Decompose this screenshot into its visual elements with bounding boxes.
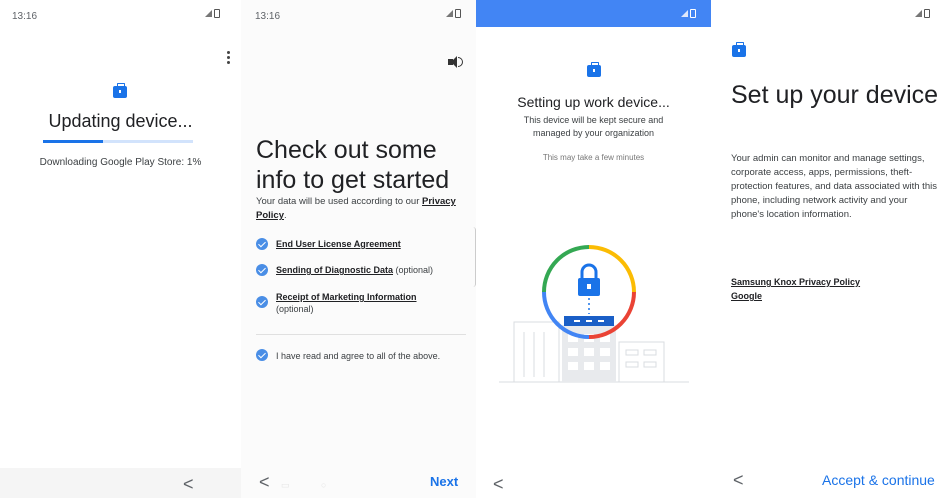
- battery-icon: [455, 9, 461, 18]
- status-icons: [205, 9, 220, 18]
- screen-setting-up: Setting up work device... This device wi…: [476, 0, 711, 498]
- lock-icon: [578, 263, 600, 314]
- battery-icon: [924, 9, 930, 18]
- policy-links: Samsung Knox Privacy Policy Google: [731, 275, 860, 303]
- progress-bar: [43, 140, 193, 143]
- screen-terms: 13:16 Check out some info to get started…: [241, 0, 476, 498]
- battery-icon: [214, 9, 220, 18]
- status-time: 13:16: [12, 11, 38, 22]
- intro-text: Your data will be used according to our …: [256, 195, 468, 223]
- page-title: Updating device...: [48, 111, 193, 131]
- back-button[interactable]: <: [259, 472, 270, 493]
- signal-icon: [915, 10, 922, 17]
- page-title: Check out some info to get started: [256, 136, 450, 194]
- download-status: Downloading Google Play Store: 1%: [39, 157, 202, 168]
- check-circle-icon[interactable]: [256, 349, 268, 361]
- terms-item-eula: End User License Agreement: [276, 238, 466, 250]
- screen-setup-device: Set up your device Your admin can monito…: [711, 0, 945, 498]
- dot-icon: [226, 51, 230, 54]
- back-button[interactable]: <: [733, 470, 744, 491]
- terms-item-marketing: Receipt of Marketing Information (option…: [276, 291, 446, 315]
- status-icons: [446, 9, 461, 18]
- divider: [256, 334, 466, 335]
- terms-item-diagnostic: Sending of Diagnostic Data (optional): [276, 264, 466, 276]
- signal-icon: [446, 10, 453, 17]
- accept-continue-button[interactable]: Accept & continue: [822, 472, 935, 488]
- briefcase-icon: [732, 42, 746, 57]
- google-privacy-link[interactable]: Google: [731, 289, 860, 303]
- check-circle-icon[interactable]: [256, 264, 268, 276]
- status-time: 13:16: [255, 11, 281, 22]
- wait-note: This may take a few minutes: [542, 153, 645, 162]
- status-icons: [681, 9, 696, 18]
- page-title: Set up your device: [731, 81, 939, 109]
- status-icons: [915, 9, 930, 18]
- diagnostic-data-link[interactable]: Sending of Diagnostic Data: [276, 265, 393, 275]
- eula-link[interactable]: End User License Agreement: [276, 239, 401, 249]
- item-suffix: (optional): [393, 265, 434, 275]
- dot-icon: [226, 56, 230, 59]
- item-suffix: (optional): [276, 304, 314, 314]
- nav-bar: [0, 468, 241, 498]
- back-button[interactable]: <: [493, 474, 504, 495]
- check-circle-icon[interactable]: [256, 296, 268, 308]
- more-options-button[interactable]: [226, 51, 230, 64]
- speaker-icon[interactable]: [448, 55, 464, 69]
- briefcase-icon: [587, 62, 601, 77]
- briefcase-icon: [113, 83, 127, 98]
- samsung-knox-privacy-link[interactable]: Samsung Knox Privacy Policy: [731, 275, 860, 289]
- subtitle: This device will be kept secure and mana…: [523, 115, 664, 138]
- check-circle-icon[interactable]: [256, 238, 268, 250]
- dot-icon: [226, 61, 230, 64]
- battery-icon: [690, 9, 696, 18]
- signal-icon: [205, 10, 212, 17]
- back-button[interactable]: <: [183, 474, 194, 495]
- intro-prefix: Your data will be used according to our: [256, 196, 423, 207]
- next-button[interactable]: Next: [430, 474, 458, 489]
- work-device-illustration: [499, 245, 689, 383]
- status-bar: [476, 0, 711, 27]
- intro-suffix: .: [284, 210, 287, 221]
- nav-recent-icon: ▭: [281, 480, 290, 490]
- nav-home-icon: ○: [321, 480, 327, 490]
- agree-all-label[interactable]: I have read and agree to all of the abov…: [276, 350, 466, 362]
- admin-disclosure-text: Your admin can monitor and manage settin…: [731, 153, 937, 220]
- page-title: Setting up work device...: [517, 94, 670, 110]
- progress-fill: [43, 140, 103, 143]
- screen-updating-device: 13:16 Updating device... Downloading Goo…: [0, 0, 241, 498]
- marketing-info-link[interactable]: Receipt of Marketing Information: [276, 292, 417, 302]
- signal-icon: [681, 10, 688, 17]
